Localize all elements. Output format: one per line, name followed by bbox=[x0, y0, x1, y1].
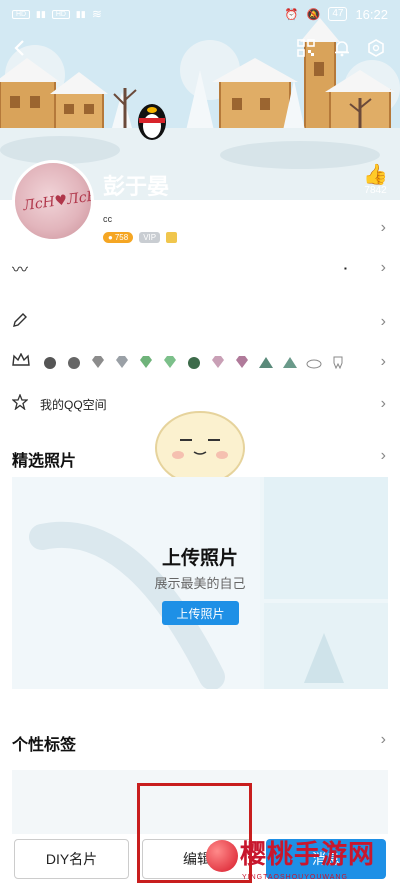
upload-photo-title: 上传照片 bbox=[161, 548, 238, 569]
hexagon-settings-icon[interactable] bbox=[364, 36, 388, 60]
level-badge: ● 758 bbox=[103, 232, 134, 243]
avatar-handwriting: ЛcH♥ЛcH bbox=[22, 187, 94, 215]
mascot-sticker bbox=[155, 411, 245, 485]
cloud-icon bbox=[306, 359, 322, 369]
chevron-right-icon: › bbox=[380, 395, 386, 412]
back-arrow-icon[interactable] bbox=[8, 36, 32, 60]
qr-code-icon[interactable] bbox=[294, 36, 318, 60]
photos-section-title: 精选照片 bbox=[12, 453, 77, 470]
bell-icon[interactable] bbox=[330, 36, 354, 60]
nickname: ᶜᶜ bbox=[103, 213, 113, 228]
upload-photo-subtitle: 展示最美的自己 bbox=[154, 576, 246, 591]
signature-dot: ▪ bbox=[344, 263, 347, 273]
diamond-icon bbox=[140, 356, 152, 368]
crown-icon bbox=[12, 351, 34, 372]
diamond-icon bbox=[236, 356, 248, 368]
penguin-level-icon bbox=[44, 357, 56, 369]
thumbs-up-icon: 👍 bbox=[363, 164, 388, 186]
penguin-level-icon bbox=[188, 357, 200, 369]
privilege-icon-list bbox=[42, 355, 350, 369]
hd-signal-icon: HD bbox=[12, 9, 30, 19]
diamond-icon bbox=[212, 356, 224, 368]
diamond-icon bbox=[164, 356, 176, 368]
watermark-text: 樱桃手游网 bbox=[240, 839, 376, 869]
status-bar: HD ▮▮ HD ▮▮ ≋ ⏰ 🔕 47 16:22 bbox=[0, 0, 400, 28]
likes-counter[interactable]: 👍 7842 bbox=[363, 165, 388, 196]
chevron-right-icon[interactable]: › bbox=[381, 447, 386, 465]
clock: 16:22 bbox=[355, 6, 388, 22]
profile-username: 彭于晏 bbox=[103, 174, 170, 199]
mute-icon: 🔕 bbox=[306, 8, 321, 21]
mountain-icon bbox=[259, 357, 273, 368]
mountain-icon bbox=[283, 357, 297, 368]
vip-badge: VIP bbox=[139, 232, 161, 243]
signal-icon: ▮▮ bbox=[36, 8, 46, 19]
chevron-right-icon: › bbox=[380, 219, 386, 236]
top-navigation bbox=[0, 34, 400, 62]
alarm-icon: ⏰ bbox=[284, 8, 299, 21]
qq-space-label: 我的QQ空间 bbox=[40, 397, 107, 412]
tags-section-title: 个性标签 bbox=[12, 737, 77, 754]
coin-icon: ● bbox=[108, 233, 113, 242]
pencil-icon bbox=[12, 312, 34, 333]
tooth-icon bbox=[333, 356, 343, 369]
chevron-right-icon: › bbox=[380, 313, 386, 330]
level-value: 758 bbox=[114, 233, 129, 242]
privileges-row[interactable]: › bbox=[0, 346, 400, 378]
likes-count: 7842 bbox=[364, 185, 387, 196]
watermark-subtext: YINGTAOSHOUYOUWANG bbox=[242, 874, 348, 881]
chevron-right-icon: › bbox=[380, 259, 386, 276]
wifi-icon: ≋ bbox=[91, 7, 102, 21]
site-watermark: 樱桃手游网 YINGTAOSHOUYOUWANG bbox=[200, 832, 400, 888]
hd-signal-icon-2: HD bbox=[51, 9, 70, 19]
penguin-level-icon bbox=[68, 357, 80, 369]
upload-photo-button[interactable]: 上传照片 bbox=[162, 601, 239, 625]
avatar[interactable]: ЛcH♥ЛcH bbox=[12, 160, 94, 242]
signal-icon-2: ▮▮ bbox=[75, 8, 86, 19]
cherry-logo-icon bbox=[206, 840, 238, 872]
photo-gallery: 上传照片 展示最美的自己 上传照片 bbox=[12, 477, 388, 689]
chevron-right-icon[interactable]: › bbox=[381, 731, 386, 749]
badge-list: ● 758 VIP bbox=[103, 232, 178, 243]
diamond-icon bbox=[116, 356, 128, 368]
crown-badge-icon bbox=[166, 232, 178, 243]
diamond-icon bbox=[92, 356, 104, 368]
chevron-right-icon: › bbox=[380, 353, 386, 370]
signature-icon: 〰 bbox=[12, 262, 29, 279]
edit-info-row[interactable]: › bbox=[0, 306, 400, 338]
star-icon bbox=[11, 392, 34, 415]
photo-placeholder-small bbox=[264, 603, 388, 689]
diy-card-button[interactable]: DIY名片 bbox=[14, 839, 129, 879]
signature-row[interactable]: 〰 ▪ › bbox=[0, 252, 400, 284]
battery-indicator: 47 bbox=[328, 7, 348, 21]
